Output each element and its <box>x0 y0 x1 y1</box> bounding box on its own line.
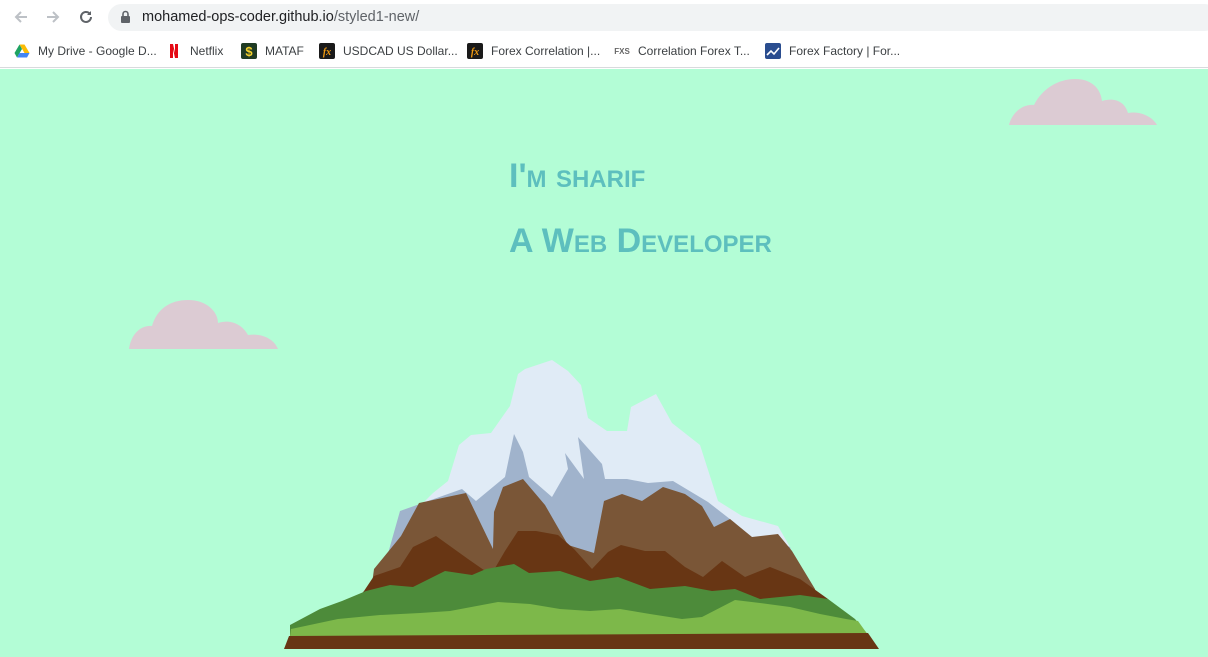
bookmark-label: My Drive - Google D... <box>38 44 157 58</box>
svg-text:$: $ <box>245 44 253 59</box>
arrow-left-icon[interactable] <box>10 6 32 28</box>
hero-greeting: I'm sharif <box>509 157 646 195</box>
bookmark-mataf[interactable]: $ MATAF <box>241 42 304 60</box>
url-host: mohamed-ops-coder.github.io <box>142 9 334 25</box>
arrow-right-icon[interactable] <box>42 6 64 28</box>
bookmark-label: MATAF <box>265 44 304 58</box>
bookmark-label: USDCAD US Dollar... <box>343 44 458 58</box>
url-text[interactable]: mohamed-ops-coder.github.io/styled1-new/ <box>142 9 419 25</box>
url-path: /styled1-new/ <box>333 9 420 25</box>
dollar-icon: $ <box>241 43 257 59</box>
bookmark-forex-correlation[interactable]: fx Forex Correlation |... <box>467 42 600 60</box>
fx-icon: fx <box>319 43 335 59</box>
svg-text:fx: fx <box>323 47 331 58</box>
bookmarks-bar: My Drive - Google D... Netflix $ MATAF f… <box>0 34 1208 68</box>
bookmark-forex-factory[interactable]: Forex Factory | For... <box>765 42 900 60</box>
hero-role: A Web Developer <box>509 222 772 260</box>
reload-icon[interactable] <box>75 6 97 28</box>
forex-factory-icon <box>765 43 781 59</box>
bookmark-usdcad[interactable]: fx USDCAD US Dollar... <box>319 42 458 60</box>
mountain-illustration <box>284 360 879 649</box>
bookmark-label: Forex Correlation |... <box>491 44 601 58</box>
bookmark-label: Forex Factory | For... <box>789 44 901 58</box>
netflix-icon <box>166 43 182 59</box>
fx-icon: fx <box>467 43 483 59</box>
page-content: I'm sharif A Web Developer <box>0 69 1208 657</box>
google-drive-icon <box>14 43 30 59</box>
bookmark-netflix[interactable]: Netflix <box>166 42 223 60</box>
address-bar[interactable]: mohamed-ops-coder.github.io/styled1-new/ <box>108 4 1208 31</box>
browser-toolbar: mohamed-ops-coder.github.io/styled1-new/ <box>0 0 1208 34</box>
lock-icon[interactable] <box>120 10 131 29</box>
bookmark-label: Correlation Forex T... <box>638 44 750 58</box>
bookmark-label: Netflix <box>190 44 224 58</box>
svg-text:FXS: FXS <box>614 47 630 56</box>
bookmark-correlation-forex[interactable]: FXS Correlation Forex T... <box>614 42 750 60</box>
svg-text:fx: fx <box>471 47 479 58</box>
bookmark-my-drive[interactable]: My Drive - Google D... <box>14 42 157 60</box>
fxs-icon: FXS <box>614 43 630 59</box>
cloud-top-right <box>1009 79 1157 125</box>
cloud-left <box>129 300 278 349</box>
